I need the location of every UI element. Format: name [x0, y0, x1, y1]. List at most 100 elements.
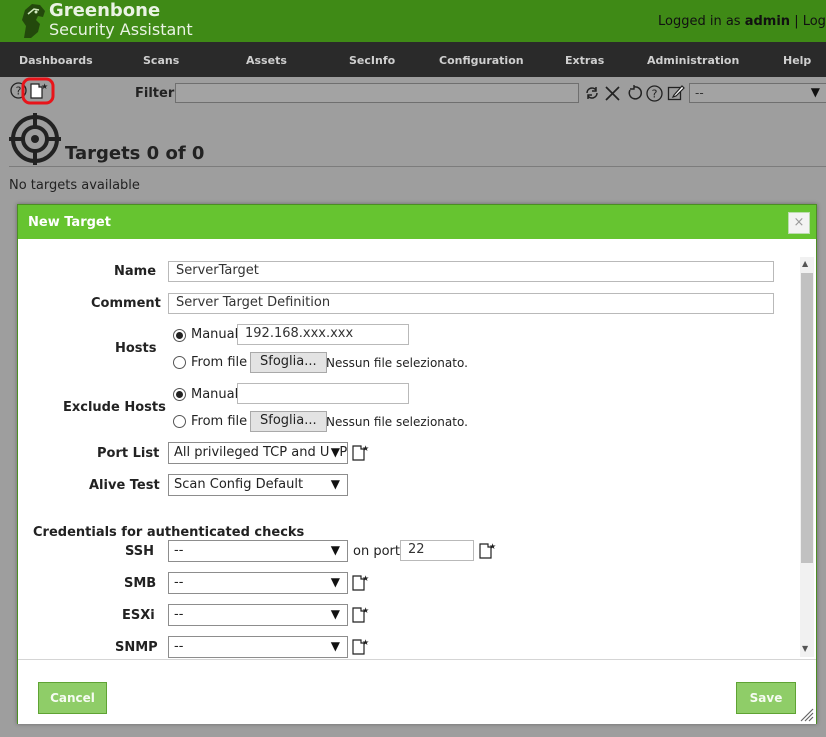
login-status: Logged in as admin | Logo [658, 14, 826, 29]
nav-dashboards[interactable]: Dashboards [19, 54, 93, 67]
save-button[interactable]: Save [736, 682, 796, 714]
alive-test-select[interactable]: Scan Config Default ▼ [168, 474, 348, 496]
dialog-scrollbar[interactable]: ▲ ▼ [800, 257, 814, 657]
ssh-label: SSH [125, 544, 155, 559]
new-target-dialog: New Target × Name ServerTarget Comment S… [17, 204, 817, 724]
snmp-value: -- [174, 639, 184, 654]
chevron-down-icon: ▼ [330, 477, 340, 491]
username: admin [744, 14, 791, 29]
port-list-select[interactable]: All privileged TCP and UDP ▼ [168, 442, 348, 464]
snmp-label: SNMP [115, 640, 158, 655]
exclude-manual-input[interactable] [237, 383, 409, 404]
ssh-select[interactable]: -- ▼ [168, 540, 348, 562]
nav-scans[interactable]: Scans [143, 54, 179, 67]
svg-text:★: ★ [489, 542, 496, 551]
main-nav: Dashboards Scans Assets SecInfo Configur… [0, 42, 826, 77]
snmp-select[interactable]: -- ▼ [168, 636, 348, 658]
resize-grip-icon[interactable] [800, 708, 814, 722]
on-port-label: on port [353, 544, 400, 559]
esxi-select[interactable]: -- ▼ [168, 604, 348, 626]
new-port-list-icon[interactable]: ★ [352, 443, 369, 461]
comment-input[interactable]: Server Target Definition [168, 293, 774, 314]
nav-secinfo[interactable]: SecInfo [349, 54, 395, 67]
hosts-file-label: From file [191, 355, 248, 370]
port-list-value: All privileged TCP and UDP [174, 445, 348, 460]
logout-link[interactable]: | Logo [794, 14, 826, 29]
exclude-file-radio[interactable] [173, 415, 186, 428]
edit-filter-icon[interactable] [667, 84, 685, 102]
hosts-label: Hosts [115, 341, 157, 356]
new-credential-icon[interactable]: ★ [352, 573, 369, 591]
exclude-manual-label: Manual [191, 387, 239, 402]
new-credential-icon[interactable]: ★ [352, 605, 369, 623]
dialog-title: New Target [28, 215, 111, 230]
chevron-down-icon: ▼ [328, 445, 340, 459]
smb-label: SMB [124, 576, 157, 591]
filter-label: Filter [135, 86, 175, 101]
hosts-manual-input[interactable]: 192.168.xxx.xxx [237, 324, 409, 345]
revert-icon[interactable] [626, 85, 642, 101]
chevron-down-icon: ▼ [330, 639, 340, 653]
new-credential-icon[interactable]: ★ [479, 541, 496, 559]
chevron-down-icon: ▼ [330, 543, 340, 557]
smb-select[interactable]: -- ▼ [168, 572, 348, 594]
target-icon [9, 113, 61, 165]
name-label: Name [114, 264, 157, 279]
exclude-browse-button[interactable]: Sfoglia... [250, 411, 327, 432]
dialog-footer: Cancel Save [18, 659, 816, 724]
comment-label: Comment [91, 296, 161, 311]
hosts-file-status: Nessun file selezionato. [326, 356, 468, 370]
exclude-file-label: From file [191, 414, 248, 429]
filter-help-icon[interactable]: ? [646, 85, 663, 102]
scroll-thumb[interactable] [801, 273, 813, 563]
exclude-file-status: Nessun file selezionato. [326, 415, 468, 429]
alive-test-value: Scan Config Default [174, 477, 304, 492]
chevron-down-icon: ▼ [330, 607, 340, 621]
hosts-browse-button[interactable]: Sfoglia... [250, 352, 327, 373]
new-target-icon[interactable]: ★ [21, 77, 55, 105]
svg-text:★: ★ [362, 606, 369, 615]
brand-subtitle: Security Assistant [49, 20, 193, 39]
chevron-down-icon: ▼ [810, 85, 820, 99]
svg-text:★: ★ [362, 638, 369, 647]
ssh-value: -- [174, 543, 184, 558]
login-prefix: Logged in as [658, 14, 741, 29]
ssh-port-input[interactable]: 22 [400, 540, 474, 561]
empty-message: No targets available [9, 178, 140, 193]
nav-extras[interactable]: Extras [565, 54, 604, 67]
name-input[interactable]: ServerTarget [168, 261, 774, 282]
nav-administration[interactable]: Administration [647, 54, 739, 67]
chevron-down-icon: ▼ [330, 575, 340, 589]
greenbone-logo-icon [22, 4, 45, 38]
nav-help[interactable]: Help [783, 54, 811, 67]
svg-text:★: ★ [41, 82, 48, 91]
scroll-down-icon[interactable]: ▼ [802, 644, 808, 653]
filter-input[interactable] [175, 83, 579, 103]
title-divider [9, 166, 826, 167]
alive-test-label: Alive Test [89, 478, 160, 493]
esxi-value: -- [174, 607, 184, 622]
svg-text:★: ★ [362, 574, 369, 583]
hosts-manual-label: Manual [191, 327, 239, 342]
cancel-button[interactable]: Cancel [38, 682, 107, 714]
app-header: Greenbone Security Assistant Logged in a… [0, 0, 826, 42]
page-title: Targets 0 of 0 [65, 143, 205, 164]
dialog-body: Name ServerTarget Comment Server Target … [18, 240, 816, 658]
scroll-up-icon[interactable]: ▲ [802, 259, 808, 268]
nav-assets[interactable]: Assets [246, 54, 287, 67]
hosts-file-radio[interactable] [173, 356, 186, 369]
filter-select[interactable]: -- ▼ [689, 83, 826, 103]
toolbar: ? ★ Filter ? -- ▼ [0, 77, 826, 109]
port-list-label: Port List [97, 446, 160, 461]
esxi-label: ESXi [122, 608, 155, 623]
hosts-manual-radio[interactable] [173, 329, 186, 342]
close-button[interactable]: × [788, 212, 810, 234]
svg-text:?: ? [652, 88, 658, 101]
brand-name: Greenbone [49, 0, 161, 21]
nav-configuration[interactable]: Configuration [439, 54, 524, 67]
filter-select-value: -- [695, 86, 704, 100]
reset-filter-icon[interactable] [604, 85, 621, 102]
exclude-manual-radio[interactable] [173, 388, 186, 401]
new-credential-icon[interactable]: ★ [352, 637, 369, 655]
refresh-icon[interactable] [584, 85, 600, 101]
